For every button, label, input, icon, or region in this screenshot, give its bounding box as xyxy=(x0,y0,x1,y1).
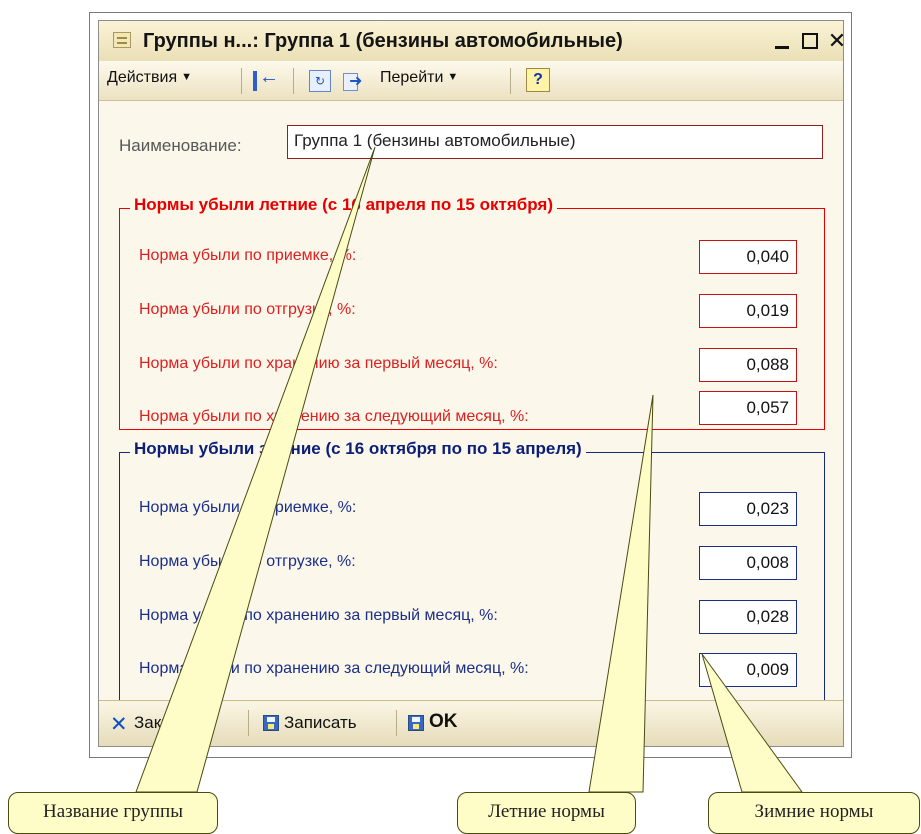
name-field[interactable]: Группа 1 (бензины автомобильные) xyxy=(287,125,823,159)
goto-label: Перейти xyxy=(380,69,444,86)
summer-norms-group: Нормы убыли летние (с 16 апреля по 15 ок… xyxy=(119,195,825,430)
winter-storage-next-month-label: Норма убыли по хранению за следующий мес… xyxy=(139,660,529,677)
toolbar: Действия▼ ↻ Перейти▼ ? xyxy=(99,61,843,101)
winter-norms-group: Нормы убыли зимние (с 16 октября по по 1… xyxy=(119,439,825,701)
winter-storage-first-month-label: Норма убыли по хранению за первый месяц,… xyxy=(139,607,498,624)
save-icon xyxy=(263,715,279,731)
close-icon: ✕ xyxy=(110,713,128,736)
group-name-callout: Название группы xyxy=(8,792,218,834)
maximize-button[interactable] xyxy=(796,27,824,55)
winter-norms-title: Нормы убыли зимние (с 16 октября по по 1… xyxy=(130,439,586,459)
actions-label: Действия xyxy=(107,69,178,86)
goto-icon[interactable] xyxy=(341,70,363,92)
name-label: Наименование: xyxy=(119,136,242,155)
summer-storage-first-month-field[interactable]: 0,088 xyxy=(699,348,797,382)
toolbar-divider xyxy=(241,68,242,94)
refresh-icon[interactable]: ↻ xyxy=(309,70,331,92)
chevron-down-icon: ▼ xyxy=(447,71,459,83)
actions-menu[interactable]: Действия ▼ xyxy=(107,69,192,87)
group-form-window: Группы н...: Группа 1 (бензины автомобил… xyxy=(98,20,846,747)
maximize-icon xyxy=(802,33,818,49)
summer-shipment-field[interactable]: 0,019 xyxy=(699,294,797,328)
minimize-icon xyxy=(775,45,789,49)
winter-storage-first-month-field[interactable]: 0,028 xyxy=(699,600,797,634)
goto-menu[interactable]: Перейти ▼ xyxy=(380,69,458,87)
help-icon[interactable]: ? xyxy=(526,68,550,92)
close-window-button[interactable]: ✕ xyxy=(823,27,851,55)
summer-storage-next-month-field[interactable]: 0,057 xyxy=(699,391,797,425)
bottom-command-bar: ✕ Закрыть Записать OK xyxy=(99,700,843,746)
winter-shipment-field[interactable]: 0,008 xyxy=(699,546,797,580)
summer-shipment-label: Норма убыли по отгрузке, %: xyxy=(139,301,356,318)
bottom-divider xyxy=(248,710,249,736)
chevron-down-icon: ▼ xyxy=(181,71,192,83)
close-button[interactable]: Закрыть xyxy=(134,713,199,733)
window-title: Группы н...: Группа 1 (бензины автомобил… xyxy=(143,30,623,52)
summer-receipt-label: Норма убыли по приемке, %: xyxy=(139,247,357,264)
toolbar-divider xyxy=(293,68,294,94)
form-icon xyxy=(113,32,131,48)
ok-icon xyxy=(408,715,424,731)
summer-receipt-field[interactable]: 0,040 xyxy=(699,240,797,274)
winter-storage-next-month-field[interactable]: 0,009 xyxy=(699,653,797,687)
winter-receipt-field[interactable]: 0,023 xyxy=(699,492,797,526)
bottom-divider xyxy=(396,710,397,736)
winter-receipt-label: Норма убыли по приемке, %: xyxy=(139,499,357,516)
save-button[interactable]: Записать xyxy=(284,713,357,733)
summer-norms-callout: Летние нормы xyxy=(457,792,636,834)
summer-norms-title: Нормы убыли летние (с 16 апреля по 15 ок… xyxy=(130,195,557,215)
summer-storage-next-month-label: Норма убыли по хранению за следующий мес… xyxy=(139,408,529,425)
title-bar: Группы н...: Группа 1 (бензины автомобил… xyxy=(99,21,846,62)
winter-shipment-label: Норма убыли по отгрузке, %: xyxy=(139,553,356,570)
toolbar-divider xyxy=(510,68,511,94)
arrow-left-icon[interactable] xyxy=(253,66,279,92)
ok-button[interactable]: OK xyxy=(429,711,458,733)
minimize-button[interactable] xyxy=(768,27,796,55)
winter-norms-callout: Зимние нормы xyxy=(708,792,920,834)
summer-storage-first-month-label: Норма убыли по хранению за первый месяц,… xyxy=(139,355,498,372)
